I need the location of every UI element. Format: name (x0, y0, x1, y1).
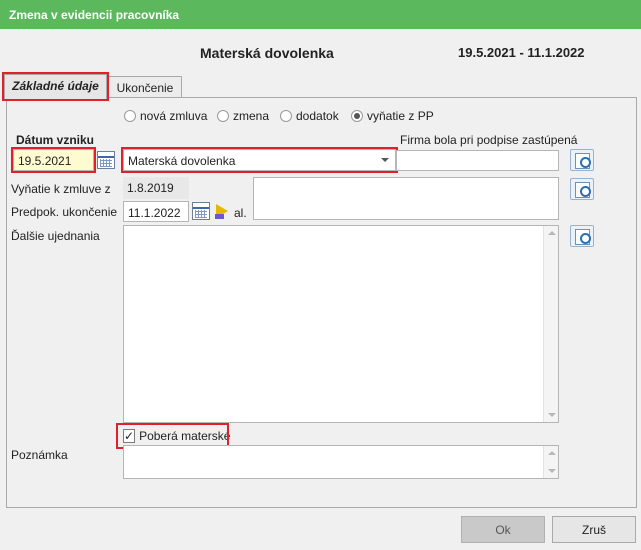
scrollbar[interactable] (543, 446, 558, 478)
exemption-label: Vyňatie k zmluve z (11, 182, 111, 196)
arrow-right-icon[interactable] (213, 202, 231, 220)
search-icon-representative[interactable] (570, 178, 594, 200)
type-select-value: Materská dovolenka (128, 154, 236, 168)
other-agreements-label: Ďalšie ujednania (11, 229, 100, 243)
calendar-icon[interactable] (97, 151, 115, 169)
radio-circle-selected (351, 110, 363, 122)
type-select[interactable]: Materská dovolenka (121, 147, 398, 173)
other-agreements-textarea[interactable] (123, 225, 559, 423)
radio-amendment[interactable]: dodatok (280, 109, 339, 123)
maternity-label: Poberá materské (139, 429, 231, 443)
radio-change[interactable]: zmena (217, 109, 269, 123)
period-dates: 19.5.2021 - 11.1.2022 (458, 45, 585, 60)
radio-exemption[interactable]: vyňatie z PP (351, 109, 434, 123)
search-icon-firm[interactable] (570, 149, 594, 171)
radio-circle (217, 110, 229, 122)
radio-label: zmena (233, 109, 270, 123)
radio-label: nová zmluva (140, 109, 208, 123)
date-value: 19.5.2021 (18, 154, 72, 168)
al-label: al. (234, 206, 247, 220)
exemption-value-field: 1.8.2019 (123, 177, 189, 199)
tab-basic-data[interactable]: Základné údaje (2, 72, 109, 101)
window-title: Zmena v evidencii pracovníka (9, 8, 180, 22)
tab-termination[interactable]: Ukončenie (108, 76, 182, 99)
note-textarea[interactable] (123, 445, 559, 479)
date-input[interactable]: 19.5.2021 (11, 147, 96, 173)
page-title: Materská dovolenka (200, 45, 334, 61)
tab-termination-label: Ukončenie (116, 81, 174, 95)
ok-button[interactable]: Ok (461, 516, 545, 543)
search-icon-agreements[interactable] (570, 225, 594, 247)
cancel-button[interactable]: Zruš (552, 516, 636, 543)
checkbox-box: ✓ (123, 429, 136, 443)
expected-end-input[interactable]: 11.1.2022 (123, 201, 189, 222)
note-label: Poznámka (11, 448, 68, 462)
chevron-down-icon (381, 158, 389, 162)
scroll-down-icon[interactable] (548, 413, 556, 417)
expected-end-value: 11.1.2022 (128, 206, 181, 220)
date-label: Dátum vzniku (16, 133, 95, 147)
firm-input[interactable] (396, 150, 559, 171)
calendar-icon[interactable] (192, 202, 210, 220)
expected-end-label: Predpok. ukončenie (11, 205, 118, 219)
maternity-checkbox[interactable]: ✓ Poberá materské (116, 423, 231, 449)
scrollbar[interactable] (543, 226, 558, 422)
firm-representation-textarea[interactable] (253, 177, 559, 220)
firm-label: Firma bola pri podpise zastúpená (400, 133, 578, 147)
radio-label: dodatok (296, 109, 339, 123)
radio-circle (280, 110, 292, 122)
scroll-down-icon[interactable] (548, 469, 556, 473)
radio-new-contract[interactable]: nová zmluva (124, 109, 207, 123)
scroll-up-icon[interactable] (548, 451, 556, 455)
window-titlebar: Zmena v evidencii pracovníka (0, 0, 641, 29)
radio-label: vyňatie z PP (367, 109, 434, 123)
tab-basic-data-label: Základné údaje (12, 79, 99, 93)
scroll-up-icon[interactable] (548, 231, 556, 235)
radio-circle (124, 110, 136, 122)
exemption-value: 1.8.2019 (127, 181, 174, 195)
